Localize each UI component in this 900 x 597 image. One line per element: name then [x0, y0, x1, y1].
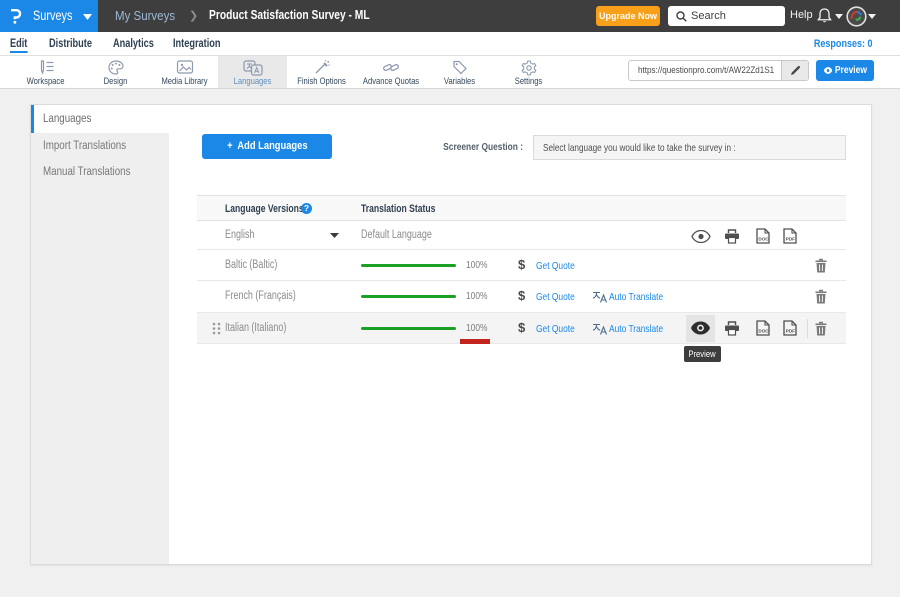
svg-text:PDF: PDF — [786, 237, 795, 242]
svg-text:PDF: PDF — [786, 329, 795, 334]
svg-text:DOC: DOC — [758, 329, 769, 334]
svg-text:DOC: DOC — [758, 237, 769, 242]
